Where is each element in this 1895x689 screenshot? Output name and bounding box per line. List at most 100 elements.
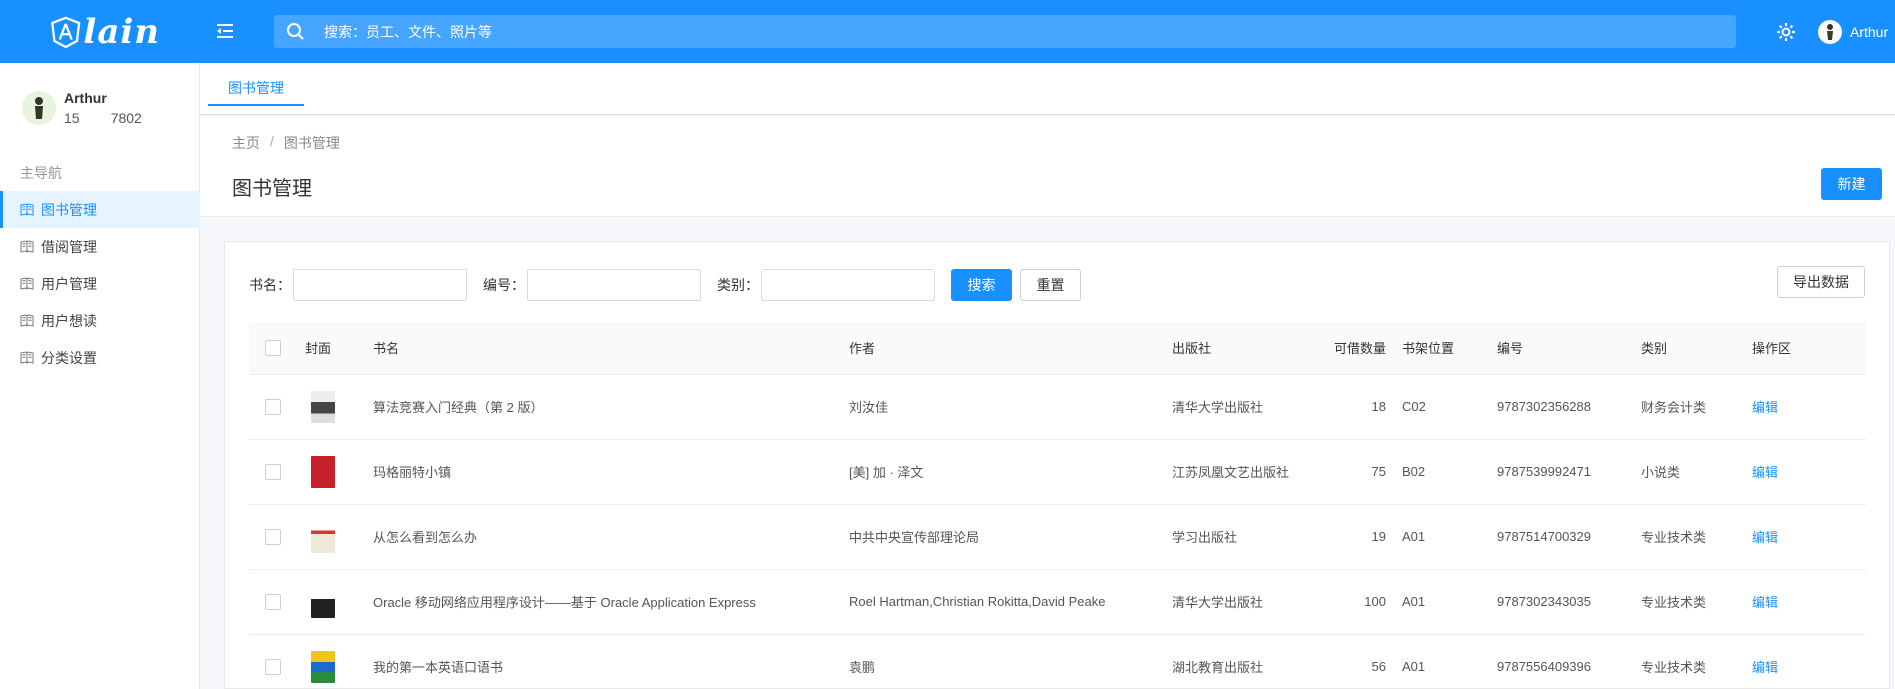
table-header-row: 封面 书名 作者 出版社 可借数量 书架位置 编号 类别 操作区 bbox=[249, 322, 1866, 375]
select-all-checkbox[interactable] bbox=[265, 340, 281, 357]
nav-group-title: 主导航 bbox=[20, 165, 62, 181]
sidebar: Arthur 15 7802 主导航 图书管理 借阅管理 用户管理 用户想读 分… bbox=[0, 63, 200, 689]
logo-text: lain bbox=[83, 12, 160, 52]
column-header: 书架位置 bbox=[1394, 322, 1489, 375]
book-author: Roel Hartman,Christian Rokitta,David Pea… bbox=[841, 569, 1164, 635]
table-row: Oracle 移动网络应用程序设计——基于 Oracle Application… bbox=[249, 569, 1866, 635]
row-checkbox[interactable] bbox=[265, 463, 281, 480]
book-cover-image bbox=[311, 390, 335, 423]
logo[interactable]: lain bbox=[50, 9, 160, 55]
column-header: 操作区 bbox=[1744, 322, 1866, 375]
book-publisher: 学习出版社 bbox=[1164, 504, 1310, 570]
table-row: 从怎么看到怎么办 中共中央宣传部理论局 学习出版社 19 A01 9787514… bbox=[249, 504, 1866, 570]
book-shelf: B02 bbox=[1394, 439, 1489, 505]
book-cover-image bbox=[311, 455, 335, 488]
book-quantity: 75 bbox=[1310, 439, 1394, 505]
sidebar-user-phone: 15 7802 bbox=[64, 110, 142, 126]
column-header: 作者 bbox=[841, 322, 1164, 375]
book-cover-image bbox=[311, 520, 335, 553]
sidebar-item-label: 图书管理 bbox=[41, 201, 97, 218]
book-table: 封面 书名 作者 出版社 可借数量 书架位置 编号 类别 操作区 算法竞赛入门经… bbox=[249, 322, 1866, 689]
book-author: 中共中央宣传部理论局 bbox=[841, 504, 1164, 570]
row-checkbox[interactable] bbox=[265, 658, 281, 675]
book-name-input[interactable] bbox=[293, 269, 467, 301]
breadcrumb-current: 图书管理 bbox=[283, 135, 340, 151]
book-code-input[interactable] bbox=[527, 269, 701, 301]
row-checkbox[interactable] bbox=[265, 528, 281, 545]
sidebar-item-categories[interactable]: 分类设置 bbox=[0, 339, 200, 376]
sidebar-item-label: 用户想读 bbox=[41, 312, 97, 329]
search-icon bbox=[287, 23, 304, 40]
book-icon bbox=[20, 351, 34, 364]
book-cover-image bbox=[311, 585, 335, 618]
row-checkbox[interactable] bbox=[265, 398, 281, 415]
book-title: 我的第一本英语口语书 bbox=[365, 634, 841, 689]
sidebar-item-label: 用户管理 bbox=[41, 275, 97, 292]
column-header: 类别 bbox=[1633, 322, 1744, 375]
angular-logo-icon bbox=[51, 16, 81, 49]
breadcrumb-home[interactable]: 主页 bbox=[232, 133, 260, 153]
book-quantity: 56 bbox=[1310, 634, 1394, 689]
book-author: 刘汝佳 bbox=[841, 374, 1164, 440]
book-category: 财务会计类 bbox=[1633, 374, 1744, 440]
book-isbn: 9787302356288 bbox=[1489, 374, 1633, 440]
sidebar-item-users[interactable]: 用户管理 bbox=[0, 265, 200, 302]
book-quantity: 100 bbox=[1310, 569, 1394, 635]
sidebar-user-name: Arthur bbox=[64, 90, 107, 106]
book-quantity: 19 bbox=[1310, 504, 1394, 570]
row-checkbox[interactable] bbox=[265, 593, 281, 610]
reset-button[interactable]: 重置 bbox=[1020, 269, 1081, 301]
sidebar-user: Arthur 15 7802 bbox=[22, 88, 142, 128]
book-category: 专业技术类 bbox=[1633, 634, 1744, 689]
search-button[interactable]: 搜索 bbox=[951, 269, 1012, 301]
gear-icon[interactable] bbox=[1775, 21, 1797, 43]
edit-link[interactable]: 编辑 bbox=[1752, 465, 1778, 480]
new-button[interactable]: 新建 bbox=[1821, 168, 1882, 200]
filter-form: 书名： 编号： 类别： 搜索 重置 bbox=[249, 269, 1081, 301]
book-publisher: 湖北教育出版社 bbox=[1164, 634, 1310, 689]
header-user-menu[interactable]: Arthur bbox=[1818, 17, 1888, 47]
book-icon bbox=[20, 203, 34, 216]
book-shelf: A01 bbox=[1394, 569, 1489, 635]
book-title: 从怎么看到怎么办 bbox=[365, 504, 841, 570]
book-isbn: 9787556409396 bbox=[1489, 634, 1633, 689]
book-shelf: A01 bbox=[1394, 504, 1489, 570]
book-isbn: 9787539992471 bbox=[1489, 439, 1633, 505]
book-publisher: 清华大学出版社 bbox=[1164, 569, 1310, 635]
export-button[interactable]: 导出数据 bbox=[1777, 266, 1865, 298]
avatar bbox=[22, 91, 56, 125]
page-header: 主页 / 图书管理 图书管理 新建 bbox=[200, 116, 1895, 217]
menu-fold-icon[interactable] bbox=[214, 20, 236, 42]
avatar bbox=[1818, 20, 1842, 44]
global-search[interactable] bbox=[274, 15, 1736, 48]
sidebar-item-wishlist[interactable]: 用户想读 bbox=[0, 302, 200, 339]
category-input[interactable] bbox=[761, 269, 935, 301]
edit-link[interactable]: 编辑 bbox=[1752, 530, 1778, 545]
book-icon bbox=[20, 314, 34, 327]
book-icon bbox=[20, 240, 34, 253]
edit-link[interactable]: 编辑 bbox=[1752, 400, 1778, 415]
table-row: 算法竞赛入门经典（第 2 版） 刘汝佳 清华大学出版社 18 C02 97873… bbox=[249, 374, 1866, 440]
edit-link[interactable]: 编辑 bbox=[1752, 595, 1778, 610]
sidebar-item-label: 分类设置 bbox=[41, 349, 97, 366]
breadcrumb-separator: / bbox=[270, 133, 274, 149]
top-header: lain Arthur bbox=[0, 0, 1895, 63]
sidebar-item-books[interactable]: 图书管理 bbox=[0, 191, 200, 228]
book-author: 袁鹏 bbox=[841, 634, 1164, 689]
book-code-label: 编号： bbox=[483, 277, 525, 293]
book-icon bbox=[20, 277, 34, 290]
table-row: 我的第一本英语口语书 袁鹏 湖北教育出版社 56 A01 97875564093… bbox=[249, 634, 1866, 689]
book-category: 专业技术类 bbox=[1633, 504, 1744, 570]
book-author: [美] 加 · 泽文 bbox=[841, 439, 1164, 505]
sidebar-item-label: 借阅管理 bbox=[41, 238, 97, 255]
book-publisher: 江苏凤凰文艺出版社 bbox=[1164, 439, 1310, 505]
book-isbn: 9787302343035 bbox=[1489, 569, 1633, 635]
book-quantity: 18 bbox=[1310, 374, 1394, 440]
tab-books[interactable]: 图书管理 bbox=[208, 78, 304, 106]
edit-link[interactable]: 编辑 bbox=[1752, 660, 1778, 675]
column-header: 书名 bbox=[365, 322, 841, 375]
book-list-card: 书名： 编号： 类别： 搜索 重置 导出数据 封面 书名 作者 出版社 可借数量… bbox=[224, 241, 1890, 689]
breadcrumb: 主页 / 图书管理 bbox=[232, 133, 340, 153]
search-input[interactable] bbox=[324, 15, 1724, 48]
sidebar-item-borrow[interactable]: 借阅管理 bbox=[0, 228, 200, 265]
